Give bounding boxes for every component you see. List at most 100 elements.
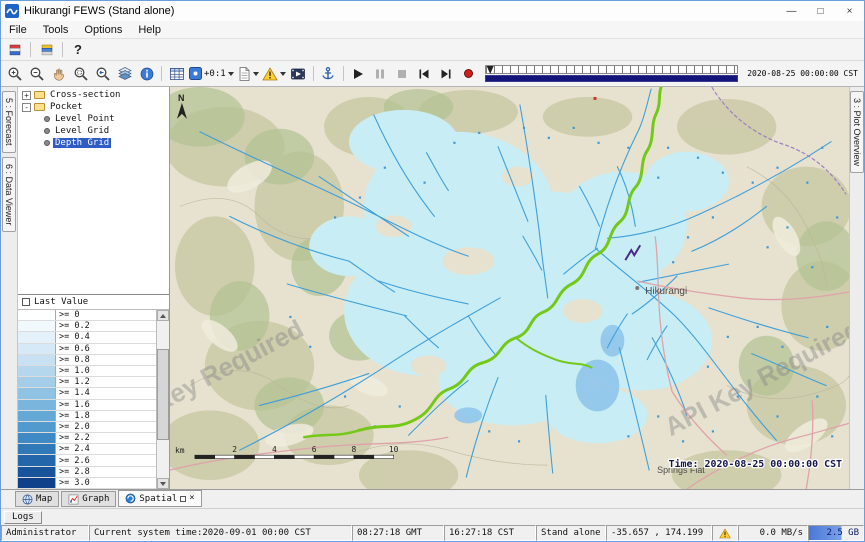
legend-row: >= 0.4 bbox=[18, 332, 156, 343]
interval-icon bbox=[189, 67, 202, 80]
scale-tick: 8 bbox=[352, 445, 357, 454]
menu-tools[interactable]: Tools bbox=[35, 24, 77, 36]
pan-button[interactable] bbox=[48, 64, 69, 84]
close-tab-icon[interactable]: × bbox=[189, 494, 194, 503]
legend-label: >= 0.4 bbox=[56, 332, 156, 342]
legend-label: >= 2.8 bbox=[56, 467, 156, 477]
tree-item-depth-grid[interactable]: Depth Grid bbox=[18, 137, 169, 149]
layer-grid-icon bbox=[44, 140, 50, 146]
map-time-label: Time: 2020-08-25 00:00:00 CST bbox=[669, 458, 842, 470]
tab-spatial[interactable]: Spatial × bbox=[118, 490, 201, 507]
scroll-down-button[interactable] bbox=[157, 478, 169, 489]
tab-plot-overview[interactable]: 3 : Plot Overview bbox=[850, 91, 864, 173]
status-mode: Stand alone bbox=[536, 525, 606, 541]
scroll-up-button[interactable] bbox=[157, 310, 169, 321]
legend-swatch bbox=[18, 411, 56, 421]
tree-item-cross-section[interactable]: + Cross-section bbox=[18, 89, 169, 101]
step-forward-button[interactable] bbox=[436, 64, 457, 84]
legend-label: >= 1.2 bbox=[56, 377, 156, 387]
right-tab-strip: 3 : Plot Overview bbox=[849, 87, 864, 489]
minimize-button[interactable]: — bbox=[777, 1, 806, 21]
graph-icon bbox=[68, 494, 79, 505]
legend-panel: Last Value >= 0 >= 0.2 >= 0.4 >= 0.6 >= … bbox=[18, 294, 169, 489]
grid-icon bbox=[169, 66, 185, 82]
export-button[interactable] bbox=[318, 64, 339, 84]
info-icon bbox=[139, 66, 155, 82]
menu-help[interactable]: Help bbox=[130, 24, 169, 36]
tab-data-viewer[interactable]: 6 : Data Viewer bbox=[2, 157, 16, 232]
menu-options[interactable]: Options bbox=[76, 24, 130, 36]
step-back-button[interactable] bbox=[414, 64, 435, 84]
zoom-in-button[interactable] bbox=[4, 64, 25, 84]
tree-item-level-grid[interactable]: Level Grid bbox=[18, 125, 169, 137]
record-button[interactable] bbox=[458, 64, 479, 84]
profile-tool-button[interactable] bbox=[236, 64, 260, 84]
timeline-cursor[interactable] bbox=[487, 66, 494, 74]
last-value-row: Last Value bbox=[18, 295, 169, 310]
tab-forecast[interactable]: 5 : Forecast bbox=[2, 91, 16, 153]
zoom-previous-button[interactable] bbox=[92, 64, 113, 84]
legend-row: >= 1.4 bbox=[18, 388, 156, 399]
timeline-availability-bar bbox=[485, 75, 739, 82]
close-button[interactable]: × bbox=[835, 1, 864, 21]
scroll-thumb[interactable] bbox=[157, 349, 169, 440]
legend-row: >= 1.2 bbox=[18, 377, 156, 388]
legend-label: >= 1.6 bbox=[56, 400, 156, 410]
chevron-down-icon bbox=[228, 72, 234, 76]
play-button[interactable] bbox=[348, 64, 369, 84]
info-button[interactable] bbox=[136, 64, 157, 84]
pause-button[interactable] bbox=[370, 64, 391, 84]
bottom-tab-bar: Map Graph Spatial × bbox=[1, 489, 864, 508]
legend-swatch bbox=[18, 422, 56, 432]
scale-tick: 10 bbox=[389, 445, 399, 454]
thresholds-button[interactable] bbox=[261, 64, 287, 84]
status-warning[interactable] bbox=[712, 525, 738, 541]
status-download-rate: 0.0 MB/s bbox=[738, 525, 808, 541]
database-button[interactable] bbox=[4, 40, 25, 60]
grid-display-button[interactable] bbox=[166, 64, 187, 84]
legend-row: >= 0.8 bbox=[18, 355, 156, 366]
tree-item-label: Pocket bbox=[48, 102, 85, 112]
toolbar-separator bbox=[30, 42, 31, 57]
help-button[interactable]: ? bbox=[68, 42, 88, 57]
legend-swatch bbox=[18, 400, 56, 410]
window-title: Hikurangi FEWS (Stand alone) bbox=[24, 5, 174, 17]
tree-item-pocket[interactable]: - Pocket bbox=[18, 101, 169, 113]
map-canvas[interactable]: API Key Required API Key Required Hikura… bbox=[170, 87, 849, 489]
interval-selector[interactable]: +0:1 bbox=[188, 64, 235, 84]
animation-button[interactable] bbox=[288, 64, 309, 84]
detach-tab-icon[interactable] bbox=[180, 496, 186, 502]
archive-button[interactable] bbox=[36, 40, 57, 60]
last-value-checkbox[interactable] bbox=[22, 298, 30, 306]
legend-scrollbar[interactable] bbox=[156, 310, 169, 489]
legend-label: >= 1.8 bbox=[56, 411, 156, 421]
zoom-out-button[interactable] bbox=[26, 64, 47, 84]
tab-graph[interactable]: Graph bbox=[61, 491, 116, 507]
scroll-track[interactable] bbox=[157, 321, 169, 478]
layers-button[interactable] bbox=[114, 64, 135, 84]
logs-button[interactable]: Logs bbox=[4, 511, 42, 524]
legend-swatch bbox=[18, 355, 56, 365]
menu-file[interactable]: File bbox=[1, 24, 35, 36]
expand-icon[interactable]: + bbox=[22, 91, 31, 100]
legend-label: >= 0.6 bbox=[56, 344, 156, 354]
tree-item-label: Level Grid bbox=[53, 126, 111, 136]
anchor-icon bbox=[320, 66, 336, 82]
timeline-slider[interactable] bbox=[485, 65, 739, 82]
scale-unit: km bbox=[175, 446, 185, 455]
map-view[interactable]: API Key Required API Key Required Hikura… bbox=[170, 87, 849, 489]
maximize-button[interactable]: □ bbox=[806, 1, 835, 21]
tree-item-level-point[interactable]: Level Point bbox=[18, 113, 169, 125]
zoom-box-button[interactable] bbox=[70, 64, 91, 84]
zoom-out-icon bbox=[29, 66, 45, 82]
tab-map[interactable]: Map bbox=[15, 491, 59, 507]
spatial-icon bbox=[125, 493, 136, 504]
pan-hand-icon bbox=[51, 66, 67, 82]
collapse-icon[interactable]: - bbox=[22, 103, 31, 112]
place-label-hikurangi: Hikurangi bbox=[645, 286, 687, 297]
layer-tree: + Cross-section - Pocket Level Point Lev… bbox=[18, 87, 169, 294]
stop-button[interactable] bbox=[392, 64, 413, 84]
timeline-ruler[interactable] bbox=[485, 65, 739, 74]
legend-row: >= 0.6 bbox=[18, 344, 156, 355]
status-gmt-time: 08:27:18 GMT bbox=[352, 525, 444, 541]
